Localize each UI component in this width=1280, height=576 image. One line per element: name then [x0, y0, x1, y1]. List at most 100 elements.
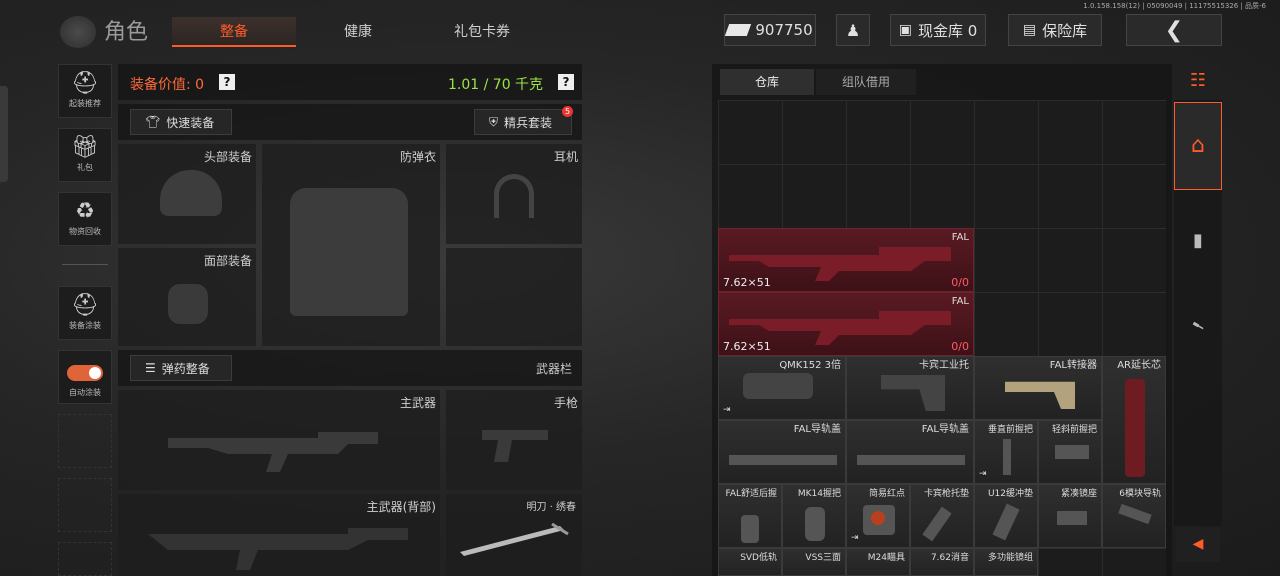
warehouse-item[interactable]: FAL 7.62×51 0/0	[718, 292, 974, 356]
ammo-icon: ☰	[145, 361, 156, 375]
quick-equip-button[interactable]: 👕︎ 快速装备	[130, 109, 232, 135]
sidebar-item-skin[interactable]: ⛑ 装备涂装	[58, 286, 112, 340]
back-weapon-slot[interactable]: 主武器(背部)	[118, 494, 440, 576]
warehouse-item[interactable]: FAL导轨盖	[718, 420, 846, 484]
left-arrow-icon: ◀	[1192, 536, 1204, 552]
item-name: 轻斜前握把	[1051, 425, 1097, 435]
warehouse-item[interactable]: FAL 7.62×51 0/0	[718, 228, 974, 292]
vault-icon: ▣	[898, 22, 912, 38]
role-logo-icon	[60, 16, 96, 48]
sidebar-item-recommend[interactable]: ⛑ 起装推荐	[58, 64, 112, 118]
grip-icon	[805, 507, 825, 541]
empty-gear-slot[interactable]	[446, 248, 582, 346]
help-icon[interactable]: ?	[219, 74, 235, 90]
warehouse-item[interactable]: 多功能镜组	[974, 548, 1038, 576]
safe-label: 保险库	[1042, 21, 1088, 40]
melee-slot[interactable]: 明刀 · 绣春	[446, 494, 582, 576]
ammo-prep-button[interactable]: ☰ 弹药整备	[130, 355, 232, 381]
head-slot[interactable]: 头部装备	[118, 144, 256, 244]
back-weapon-label: 主武器(背部)	[366, 500, 436, 514]
version-text: 1.0.158.158(12) | 05090049 | 11175515326…	[1083, 2, 1266, 10]
warehouse-item[interactable]: FAL转接器	[974, 356, 1102, 420]
sidebar-item-recycle[interactable]: ♻ 物资回收	[58, 192, 112, 246]
edge-handle[interactable]	[0, 86, 8, 182]
sidebar-item-auto-skin[interactable]: 自动涂装	[58, 350, 112, 404]
sidebar-empty-slot	[58, 414, 112, 468]
rifle-silhouette-icon	[148, 528, 408, 570]
person-icon: ♟	[845, 20, 861, 40]
item-name: 多功能镜组	[987, 553, 1033, 563]
recycle-icon: ♻	[75, 199, 95, 224]
warehouse-item[interactable]: 卡宾工业托	[846, 356, 974, 420]
warehouse-item[interactable]: 紧凑镜座	[1038, 484, 1102, 548]
headset-icon	[494, 174, 534, 218]
item-count: 0/0	[951, 340, 969, 353]
elite-badge: 5	[562, 106, 573, 117]
character-button[interactable]: ♟	[836, 14, 870, 46]
rear-grip-icon	[741, 515, 759, 543]
shield-icon: ⛨	[489, 114, 499, 129]
warehouse-item[interactable]: VSS三面	[782, 548, 846, 576]
sort-button[interactable]: ☷	[1176, 64, 1220, 98]
item-name: 7.62消音	[930, 553, 969, 563]
tab-health[interactable]: 健康	[300, 17, 416, 47]
ear-slot[interactable]: 耳机	[446, 144, 582, 244]
warehouse-item[interactable]: 6模块导轨	[1102, 484, 1166, 548]
item-name: 紧凑镜座	[1060, 489, 1097, 499]
money-display[interactable]: 907750	[724, 14, 816, 46]
tab-warehouse[interactable]: 仓库	[720, 69, 814, 95]
cash-vault-button[interactable]: ▣ 现金库 0	[890, 14, 986, 46]
warehouse-item[interactable]: 卡宾枪托垫	[910, 484, 974, 548]
weapon-bar-label: 武器栏	[535, 362, 572, 376]
warehouse-item[interactable]: SVD低轨	[718, 548, 782, 576]
item-name: FAL转接器	[1049, 360, 1097, 371]
main-weapon-slot[interactable]: 主武器	[118, 390, 440, 490]
sidebar-item-label: 装备涂装	[69, 321, 101, 330]
warehouse-item[interactable]: U12缓冲垫	[974, 484, 1038, 548]
adapter-icon	[1005, 381, 1075, 409]
stock-icon	[881, 375, 945, 411]
pistol-slot[interactable]: 手枪	[446, 390, 582, 490]
buffer-pad-icon	[992, 503, 1020, 541]
warehouse-item[interactable]: FAL导轨盖	[846, 420, 974, 484]
safe-button[interactable]: ▤ 保险库	[1008, 14, 1102, 46]
elite-set-button[interactable]: ⛨ 精兵套装	[474, 109, 572, 135]
collapse-button[interactable]: ◀	[1176, 528, 1220, 562]
category-ammo[interactable]: ▮	[1174, 196, 1222, 282]
tab-equip[interactable]: 整备	[172, 17, 296, 47]
tab-gift-coupon[interactable]: 礼包卡券	[420, 17, 544, 47]
warehouse-item[interactable]: 简易红点 ⇥	[846, 484, 910, 548]
category-rifle[interactable]: ╾	[1174, 286, 1222, 372]
warehouse-item[interactable]: AR延长芯	[1102, 356, 1166, 484]
auto-skin-toggle[interactable]	[67, 365, 103, 381]
warehouse-item[interactable]: FAL舒适后握	[718, 484, 782, 548]
face-slot[interactable]: 面部装备	[118, 248, 256, 346]
warehouse-item[interactable]: MK14握把	[782, 484, 846, 548]
grip-icon	[1003, 439, 1011, 475]
warehouse-item[interactable]: 轻斜前握把	[1038, 420, 1102, 484]
tab-team-borrow[interactable]: 组队借用	[816, 69, 916, 95]
buttpad-icon	[922, 506, 952, 542]
vault-label: 现金库 0	[917, 21, 978, 40]
sidebar-item-gift[interactable]: 🎁︎ 礼包	[58, 128, 112, 182]
sort-icon: ☷	[1189, 70, 1207, 91]
back-button[interactable]: ❮	[1126, 14, 1222, 46]
sword-icon	[460, 522, 569, 556]
gift-icon: 🎁︎	[71, 135, 99, 160]
warehouse-item[interactable]: 7.62消音	[910, 548, 974, 576]
category-home[interactable]: ⌂	[1174, 102, 1222, 190]
warehouse-item[interactable]: 垂直前握把 ⇥	[974, 420, 1038, 484]
pistol-label: 手枪	[553, 396, 578, 410]
warehouse-item[interactable]: M24瞄具	[846, 548, 910, 576]
armor-slot[interactable]: 防弹衣	[262, 144, 440, 346]
vest-silhouette-icon	[290, 188, 408, 316]
help-icon[interactable]: ?	[558, 74, 574, 90]
head-slot-label: 头部装备	[203, 150, 252, 164]
quick-equip-label: 快速装备	[166, 115, 215, 130]
armor-slot-label: 防弹衣	[399, 150, 436, 164]
money-amount: 907750	[755, 21, 813, 39]
warehouse-item[interactable]: QMK152 3倍 ⇥	[718, 356, 846, 420]
home-icon: ⌂	[1191, 133, 1205, 158]
role-title: 角色	[104, 20, 149, 45]
toggle-knob	[89, 367, 101, 379]
